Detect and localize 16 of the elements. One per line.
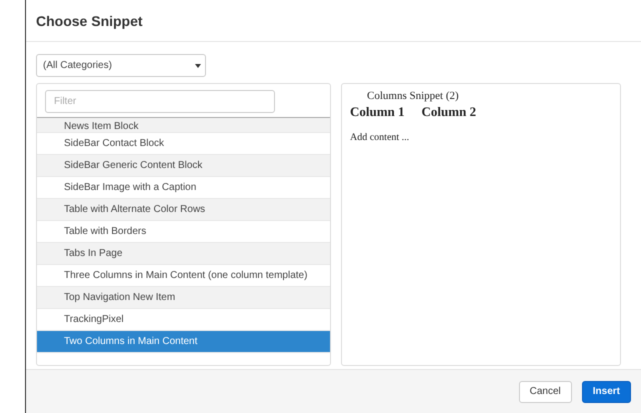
- preview-heading: Column 1: [350, 104, 405, 120]
- preview-caption: Columns Snippet (2): [366, 90, 460, 102]
- caret-icon: [195, 64, 201, 68]
- dialog-title: Choose Snippet: [36, 12, 143, 28]
- snippet-item[interactable]: Table with Alternate Color Rows: [37, 199, 330, 221]
- cancel-button[interactable]: Cancel: [518, 380, 572, 402]
- preview-text: Add content ...: [350, 132, 410, 143]
- insert-button[interactable]: Insert: [582, 380, 631, 402]
- snippet-item[interactable]: Top Navigation New Item: [37, 287, 330, 309]
- snippet-item[interactable]: News Item Block: [37, 118, 330, 133]
- snippet-item[interactable]: Two Columns in Main Content: [37, 331, 330, 353]
- preview-heading: Column 2: [422, 104, 476, 120]
- snippet-item[interactable]: Tabs In Page: [37, 243, 330, 265]
- snippet-item[interactable]: SideBar Generic Content Block: [37, 155, 330, 177]
- category-select[interactable]: (All Categories): [36, 54, 206, 77]
- filter-field[interactable]: Filter: [45, 90, 275, 113]
